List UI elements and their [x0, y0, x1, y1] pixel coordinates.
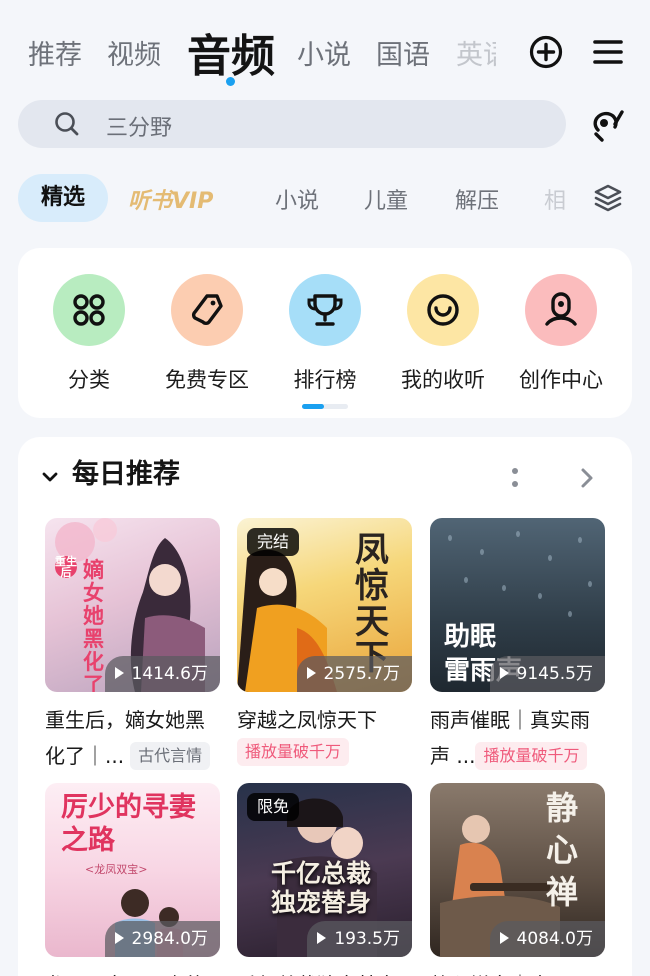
category-featured[interactable]: 精选	[18, 174, 108, 222]
audio-title-cont: 声 ...	[430, 744, 476, 768]
layers-icon[interactable]	[592, 182, 624, 214]
shortcut-label: 我的收听	[401, 368, 485, 392]
tab-video[interactable]: 视频	[107, 33, 161, 72]
shortcut-label: 免费专区	[165, 368, 249, 392]
shortcut-ranking[interactable]: 排行榜	[266, 274, 384, 394]
audio-title: 穿越之凤惊天下	[237, 708, 377, 732]
cover-title: 助眠	[444, 622, 497, 652]
cover-title: 静心禅	[546, 789, 579, 911]
voice-search-icon[interactable]	[588, 104, 628, 144]
category-children[interactable]: 儿童	[364, 183, 408, 215]
cover-title: 千亿总裁独宠替身	[271, 859, 372, 917]
cover-subtitle: <龙凤双宝>	[85, 863, 148, 876]
shortcut-label: 排行榜	[293, 368, 357, 392]
tab-audio[interactable]: 音频	[187, 20, 275, 84]
cover-title: 嫡女她黑化了	[83, 557, 104, 692]
more-options-icon[interactable]	[508, 465, 522, 491]
shortcut-creator-center[interactable]: 创作中心	[502, 274, 620, 394]
search-placeholder: 三分野	[106, 116, 173, 141]
shortcut-panel: 分类 免费专区 排行榜 我的收听 创作中心	[18, 248, 632, 418]
chevron-down-icon[interactable]	[40, 467, 60, 487]
audio-title-cont: 化了｜...	[45, 744, 125, 768]
smile-icon	[427, 294, 459, 326]
cover-image: 静心禅 4084.0万	[430, 783, 605, 957]
status-badge: 限免	[247, 793, 300, 821]
top-tab-bar: 推荐 视频 音频 小说 国语 英语	[0, 0, 650, 95]
audio-card[interactable]: 厉少的寻妻之路 <龙凤双宝> 2984.0万 龙凤双宝：厉少的	[45, 783, 220, 976]
audio-card[interactable]: 完结 凤惊天下 2575.7万 穿越之凤惊天下 播放量破千万	[237, 518, 412, 766]
shortcut-label: 创作中心	[519, 368, 603, 392]
add-circle-icon[interactable]	[528, 34, 564, 70]
tab-chinese[interactable]: 国语	[376, 33, 430, 72]
audio-card[interactable]: 限免 千亿总裁独宠替身 193.5万 千亿总裁独宠替身	[237, 783, 412, 976]
cover-image: 限免 千亿总裁独宠替身 193.5万	[237, 783, 412, 957]
shortcut-my-listening[interactable]: 我的收听	[384, 274, 502, 394]
section-title: 每日推荐	[72, 459, 180, 490]
cover-image: 重生后 嫡女她黑化了 1414.6万	[45, 518, 220, 692]
tag-icon	[192, 294, 223, 325]
category-more[interactable]: 相	[544, 183, 570, 215]
grid-icon	[73, 294, 105, 326]
play-count: 4084.0万	[489, 921, 605, 957]
cover-image: 完结 凤惊天下 2575.7万	[237, 518, 412, 692]
audio-title: 重生后，嫡女她黑	[45, 708, 205, 732]
tab-english[interactable]: 英语	[456, 33, 496, 72]
cover-subtitle: 重生后	[55, 555, 77, 579]
play-count: 1414.6万	[104, 656, 220, 692]
chevron-right-icon[interactable]	[576, 467, 598, 489]
active-tab-indicator	[226, 77, 235, 86]
menu-icon[interactable]	[590, 34, 626, 70]
audio-title: 龙凤双宝：厉少的	[45, 967, 220, 976]
search-icon	[55, 112, 79, 136]
shortcut-pager	[302, 404, 348, 409]
audio-title: 雨声催眠｜真实雨	[430, 708, 590, 732]
hot-tag: 播放量破千万	[475, 742, 588, 770]
tab-novel[interactable]: 小说	[297, 33, 351, 72]
play-count: 2984.0万	[104, 921, 220, 957]
shortcut-free-zone[interactable]: 免费专区	[148, 274, 266, 394]
audio-title: 静心禅音｜古琴	[430, 967, 605, 976]
tab-recommend[interactable]: 推荐	[28, 33, 82, 72]
cover-image: 助眠 雷雨声 9145.5万	[430, 518, 605, 692]
audio-title: 千亿总裁独宠替身	[237, 967, 412, 976]
status-badge: 完结	[247, 528, 300, 556]
play-count: 2575.7万	[296, 656, 412, 692]
shortcut-label: 分类	[68, 368, 110, 392]
cover-title: 厉少的寻妻之路	[61, 792, 196, 856]
audio-card[interactable]: 助眠 雷雨声 9145.5万 雨声催眠｜真实雨 声 ... 播放量破千万	[430, 518, 605, 774]
mic-person-icon	[545, 292, 577, 326]
cover-image: 厉少的寻妻之路 <龙凤双宝> 2984.0万	[45, 783, 220, 957]
cover-title: 凤惊天下	[355, 530, 389, 676]
genre-tag: 古代言情	[130, 742, 211, 770]
play-count: 9145.5万	[489, 656, 605, 692]
trophy-icon	[307, 294, 343, 326]
shortcut-category[interactable]: 分类	[30, 274, 148, 394]
category-relax[interactable]: 解压	[455, 183, 499, 215]
category-vip[interactable]: 听书VIP	[128, 183, 213, 215]
audio-card[interactable]: 静心禅 4084.0万 静心禅音｜古琴	[430, 783, 605, 976]
daily-recommend-section: 每日推荐 重生后 嫡女她黑化了 1414.6万 重生后，嫡女她黑 化了｜... …	[18, 437, 632, 976]
hot-tag: 播放量破千万	[237, 738, 350, 766]
audio-card[interactable]: 重生后 嫡女她黑化了 1414.6万 重生后，嫡女她黑 化了｜... 古代言情	[45, 518, 220, 774]
category-novel[interactable]: 小说	[275, 183, 319, 215]
play-count: 193.5万	[307, 921, 412, 957]
search-bar[interactable]: 三分野	[18, 100, 566, 148]
